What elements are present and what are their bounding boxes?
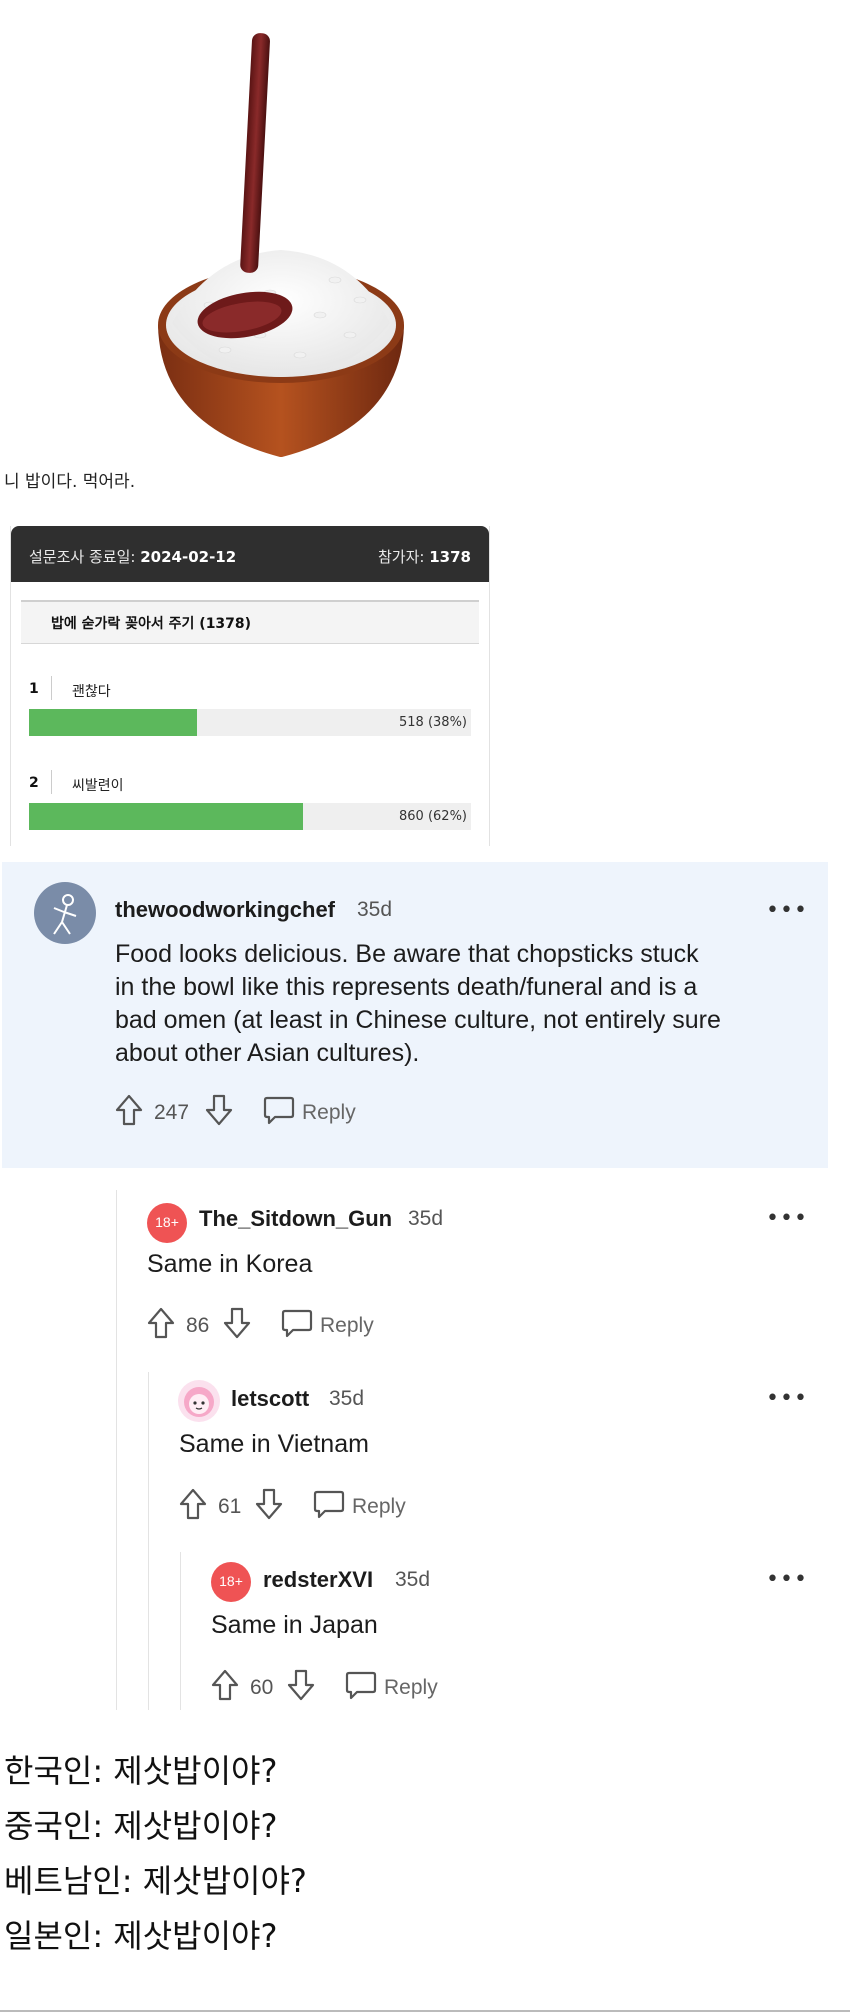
comment-age: 35d [357,898,393,921]
reply-bubble-icon[interactable] [280,1308,314,1338]
reply-button[interactable]: Reply [320,1314,374,1338]
vote-score: 86 [186,1314,210,1337]
poll-option-count: 518 (38%) [399,715,467,730]
downvote-arrow-icon[interactable] [222,1306,252,1340]
downvote-arrow-icon[interactable] [204,1093,234,1127]
comment-actions: 247 Reply [114,1093,374,1133]
vote-score: 247 [154,1101,190,1124]
poll-widget: 설문조사 종료일: 2024-02-12 참가자: 1378 밥에 숟가락 꽂아… [10,526,490,846]
comment-age: 35d [329,1387,365,1410]
pink-character-icon [184,1387,214,1417]
more-options-icon[interactable]: ••• [766,1386,808,1411]
reply-bubble-icon[interactable] [312,1489,346,1519]
comment-username[interactable]: The_Sitdown_Gun [199,1206,392,1232]
upvote-arrow-icon[interactable] [210,1668,240,1702]
avatar[interactable]: 18+ [211,1562,251,1602]
vote-score: 61 [218,1495,242,1518]
comment-body: Same in Vietnam [179,1430,369,1458]
downvote-arrow-icon[interactable] [286,1668,316,1702]
avatar[interactable] [178,1380,220,1422]
comment-body: Food looks delicious. Be aware that chop… [115,938,721,1070]
upvote-arrow-icon[interactable] [178,1487,208,1521]
more-options-icon[interactable]: ••• [766,898,808,923]
comment-body: Same in Korea [147,1250,313,1278]
comment-age: 35d [395,1568,431,1591]
joke-line: 한국인: 제삿밥이야? [4,1752,278,1790]
joke-line: 베트남인: 제삿밥이야? [4,1862,307,1900]
reply-button[interactable]: Reply [352,1495,406,1519]
comment-body: Same in Japan [211,1611,378,1639]
poll-option-number: 2 [29,775,39,791]
stick-figure-icon [53,894,77,935]
downvote-arrow-icon[interactable] [254,1487,284,1521]
poll-end-date: 설문조사 종료일: 2024-02-12 [29,548,237,566]
post-caption: 니 밥이다. 먹어라. [4,472,136,492]
avatar[interactable]: 18+ [147,1203,187,1243]
poll-option-bar: 860 (62%) [29,803,471,830]
poll-option-divider [51,770,52,794]
more-options-icon[interactable]: ••• [766,1567,808,1592]
nsfw-badge-icon: 18+ [155,1214,179,1230]
comment-line: Food looks delicious. Be aware that chop… [115,940,699,968]
comment-line: bad omen (at least in Chinese culture, n… [115,1006,721,1034]
joke-line: 중국인: 제삿밥이야? [4,1807,278,1845]
nsfw-badge-icon: 18+ [219,1573,243,1589]
upvote-arrow-icon[interactable] [114,1093,144,1127]
vote-score: 60 [250,1676,274,1699]
comment-username[interactable]: redsterXVI [263,1567,373,1593]
poll-option-bar: 518 (38%) [29,709,471,736]
poll-option-fill [29,709,197,736]
comment-line: about other Asian cultures). [115,1039,420,1067]
comment-actions: 60 Reply [210,1668,470,1708]
comment-username[interactable]: thewoodworkingchef [115,897,335,923]
avatar[interactable] [34,882,96,944]
poll-option-count: 860 (62%) [399,809,467,824]
poll-option-number: 1 [29,681,39,697]
poll-participants: 참가자: 1378 [378,548,471,566]
divider [0,2010,850,2012]
poll-question: 밥에 숟가락 꽂아서 주기 (1378) [21,600,479,644]
poll-option-fill [29,803,304,830]
joke-line: 일본인: 제삿밥이야? [4,1917,278,1955]
comment-age: 35d [408,1207,444,1230]
reply-button[interactable]: Reply [302,1101,356,1125]
reply-button[interactable]: Reply [384,1676,438,1700]
thread-line [148,1372,149,1710]
rice-bowl-image [158,33,404,457]
comment-username[interactable]: letscott [231,1386,309,1412]
poll-option-divider [51,676,52,700]
upvote-arrow-icon[interactable] [146,1306,176,1340]
comment-actions: 86 Reply [146,1306,406,1346]
comment-line: in the bowl like this represents death/f… [115,973,698,1001]
reply-bubble-icon[interactable] [262,1095,296,1125]
comment-actions: 61 Reply [178,1487,438,1527]
more-options-icon[interactable]: ••• [766,1206,808,1231]
reply-bubble-icon[interactable] [344,1670,378,1700]
poll-option-label: 괜찮다 [72,684,111,700]
poll-option-label: 씨발련이 [72,778,124,794]
thread-line [180,1552,181,1710]
thread-line [116,1190,117,1710]
poll-header: 설문조사 종료일: 2024-02-12 참가자: 1378 [11,526,489,582]
